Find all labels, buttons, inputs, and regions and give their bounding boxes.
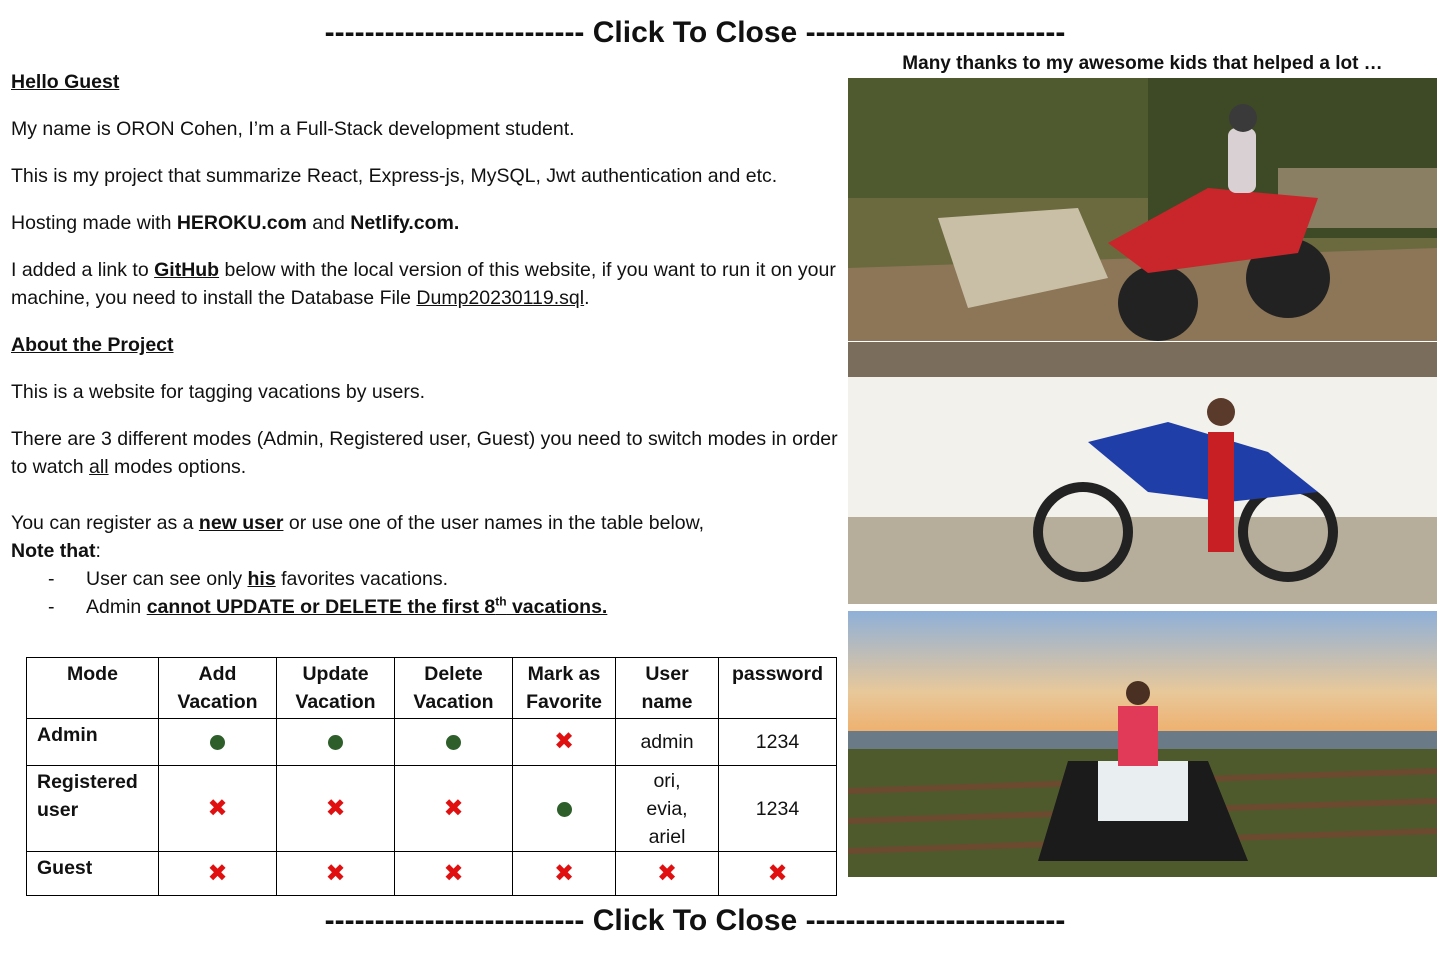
password-cell: 1234: [718, 765, 837, 852]
denied-icon: ✖: [512, 718, 616, 766]
denied-icon: ✖: [276, 851, 395, 896]
username-cell: admin: [615, 718, 719, 766]
denied-icon: ✖: [615, 851, 719, 896]
denied-icon: ✖: [158, 765, 277, 852]
username-cell: ori, evia, ariel: [615, 765, 719, 852]
header-username: User name: [615, 657, 719, 719]
header-delete: Delete Vacation: [394, 657, 513, 719]
close-link-top[interactable]: -------------------------- Click To Clos…: [0, 16, 1390, 50]
netlify-text: Netlify.com.: [350, 212, 460, 234]
password-cell: 1234: [718, 718, 837, 766]
photo-dirt-bike-blue: [848, 342, 1437, 604]
github-link[interactable]: GitHub: [154, 259, 219, 281]
note-list: - User can see only his favorites vacatio…: [11, 565, 841, 621]
note-label: Note that:: [11, 540, 101, 562]
db-file-link[interactable]: Dump20230119.sql: [416, 287, 584, 309]
denied-icon: ✖: [394, 765, 513, 852]
header-favorite: Mark as Favorite: [512, 657, 616, 719]
table-row-guest: Guest ✖ ✖ ✖ ✖ ✖ ✖: [26, 851, 837, 896]
table-row-registered: Registered user ✖ ✖ ✖ ori, evia, ariel 1234: [26, 765, 837, 852]
denied-icon: ✖: [512, 851, 616, 896]
allowed-icon: [276, 718, 395, 766]
note-item-1: - User can see only his favorites vacatio…: [48, 568, 449, 590]
header-update: Update Vacation: [276, 657, 395, 719]
intro-line-2: This is my project that summarize React,…: [11, 165, 778, 187]
table-row-admin: Admin ✖ admin 1234: [26, 718, 837, 766]
denied-icon: ✖: [276, 765, 395, 852]
allowed-icon: [394, 718, 513, 766]
header-mode: Mode: [26, 657, 159, 719]
mode-cell: Guest: [26, 851, 159, 896]
intro-line-1: My name is ORON Cohen, I’m a Full-Stack …: [11, 118, 575, 140]
allowed-icon: [158, 718, 277, 766]
close-link-bottom[interactable]: -------------------------- Click To Clos…: [0, 904, 1390, 938]
new-user-link[interactable]: new user: [199, 512, 284, 534]
denied-icon: ✖: [718, 851, 837, 896]
heroku-text: HEROKU.com: [176, 212, 307, 234]
register-line: You can register as a new user or use on…: [11, 512, 705, 534]
modes-line: There are 3 different modes (Admin, Regi…: [11, 428, 838, 478]
github-line: I added a link to GitHub below with the …: [11, 259, 836, 309]
photos-panel: Many thanks to my awesome kids that help…: [848, 50, 1437, 877]
intro-panel: Hello Guest My name is ORON Cohen, I’m a…: [11, 68, 841, 621]
denied-icon: ✖: [158, 851, 277, 896]
note-item-2: - Admin cannot UPDATE or DELETE the first…: [48, 594, 608, 619]
greeting-heading: Hello Guest: [11, 71, 120, 93]
mode-cell: Admin: [26, 718, 159, 766]
about-heading: About the Project: [11, 334, 174, 356]
mode-cell: Registered user: [26, 765, 159, 852]
hosting-line: Hosting made with HEROKU.com and Netlify…: [11, 212, 460, 234]
header-add: Add Vacation: [158, 657, 277, 719]
photo-quad-bike-red: [848, 78, 1437, 341]
table-header-row: Mode Add Vacation Update Vacation Delete Va…: [26, 657, 837, 719]
allowed-icon: [512, 765, 616, 852]
denied-icon: ✖: [394, 851, 513, 896]
thanks-caption: Many thanks to my awesome kids that help…: [902, 53, 1383, 74]
header-password: password: [718, 657, 837, 719]
about-line-1: This is a website for tagging vacations …: [11, 381, 426, 403]
photo-quad-sunset: [848, 611, 1437, 877]
modes-table: Mode Add Vacation Update Vacation Delete Va…: [26, 657, 837, 896]
